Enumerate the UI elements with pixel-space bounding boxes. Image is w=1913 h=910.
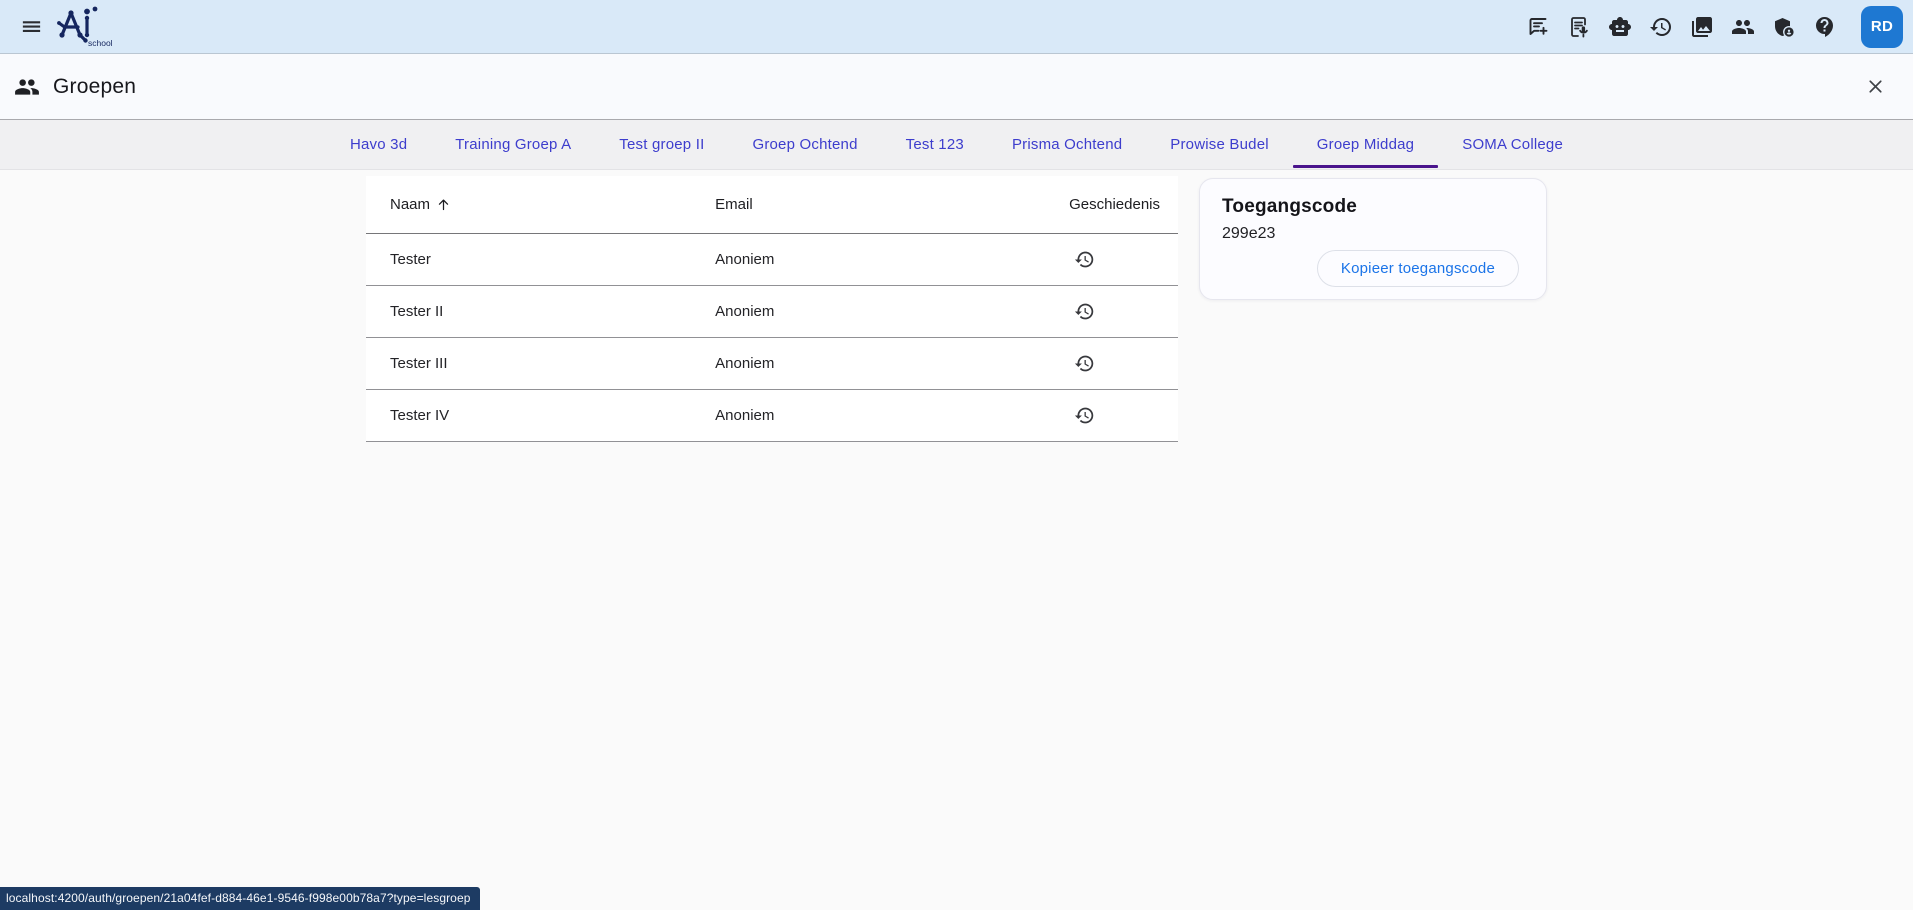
voice-note-icon[interactable]	[1562, 10, 1595, 43]
group-members-table: Naam Email Geschiedenis TesterAnoniemTes…	[366, 176, 1178, 442]
column-header-naam[interactable]: Naam	[366, 176, 715, 233]
tab-groep-ochtend[interactable]: Groep Ochtend	[728, 120, 881, 169]
member-name: Tester II	[366, 285, 715, 337]
topbar-actions: RD	[1521, 6, 1903, 48]
bot-icon[interactable]	[1603, 10, 1636, 43]
help-icon[interactable]	[1808, 10, 1841, 43]
table-row: Tester IIAnoniem	[366, 285, 1178, 337]
avatar[interactable]: RD	[1861, 6, 1903, 48]
column-header-email: Email	[715, 176, 991, 233]
copy-access-code-button[interactable]: Kopieer toegangscode	[1317, 250, 1519, 287]
naam-header-label: Naam	[390, 196, 430, 213]
member-name: Tester	[366, 233, 715, 285]
logo-sub-label: school	[88, 38, 112, 48]
row-history-icon[interactable]	[1066, 344, 1104, 382]
tab-test-123[interactable]: Test 123	[882, 120, 988, 169]
tab-prowise-budel[interactable]: Prowise Budel	[1146, 120, 1292, 169]
table-row: Tester IIIAnoniem	[366, 337, 1178, 389]
media-library-icon[interactable]	[1685, 10, 1718, 43]
menu-icon[interactable]	[12, 8, 50, 46]
member-email: Anoniem	[715, 337, 991, 389]
content-area: Naam Email Geschiedenis TesterAnoniemTes…	[0, 170, 1913, 908]
page-title: Groepen	[53, 75, 136, 99]
app-window: school	[0, 0, 1913, 910]
member-name: Tester IV	[366, 389, 715, 441]
add-feedback-icon[interactable]	[1521, 10, 1554, 43]
member-email: Anoniem	[715, 285, 991, 337]
close-icon[interactable]	[1860, 72, 1890, 102]
admin-shield-icon[interactable]	[1767, 10, 1800, 43]
member-email: Anoniem	[715, 389, 991, 441]
tab-test-groep-ii[interactable]: Test groep II	[595, 120, 728, 169]
tab-bar: Havo 3dTraining Groep ATest groep IIGroe…	[0, 120, 1913, 170]
table-row: TesterAnoniem	[366, 233, 1178, 285]
tab-prisma-ochtend[interactable]: Prisma Ochtend	[988, 120, 1146, 169]
topbar: school	[0, 0, 1913, 54]
tab-groep-middag[interactable]: Groep Middag	[1293, 120, 1438, 169]
column-header-geschiedenis: Geschiedenis	[991, 176, 1178, 233]
row-history-icon[interactable]	[1066, 396, 1104, 434]
tab-soma-college[interactable]: SOMA College	[1438, 120, 1587, 169]
tab-training-groep-a[interactable]: Training Groep A	[431, 120, 595, 169]
row-history-icon[interactable]	[1066, 292, 1104, 330]
access-code-value: 299e23	[1222, 225, 1526, 243]
table-row: Tester IVAnoniem	[366, 389, 1178, 441]
page-header: Groepen	[0, 54, 1913, 120]
access-code-card: Toegangscode 299e23 Kopieer toegangscode	[1199, 178, 1547, 300]
tab-havo-3d[interactable]: Havo 3d	[326, 120, 431, 169]
row-history-icon[interactable]	[1066, 240, 1104, 278]
groups-title-icon	[14, 74, 40, 100]
sort-ascending-icon	[436, 197, 451, 212]
member-email: Anoniem	[715, 233, 991, 285]
access-code-title: Toegangscode	[1222, 196, 1526, 218]
member-name: Tester III	[366, 337, 715, 389]
groups-icon[interactable]	[1726, 10, 1759, 43]
ai-school-logo[interactable]: school	[54, 4, 112, 50]
link-preview-statusbar: localhost:4200/auth/groepen/21a04fef-d88…	[0, 887, 480, 910]
table-header-row: Naam Email Geschiedenis	[366, 176, 1178, 233]
members-tbody: TesterAnoniemTester IIAnoniemTester IIIA…	[366, 233, 1178, 441]
history-icon[interactable]	[1644, 10, 1677, 43]
